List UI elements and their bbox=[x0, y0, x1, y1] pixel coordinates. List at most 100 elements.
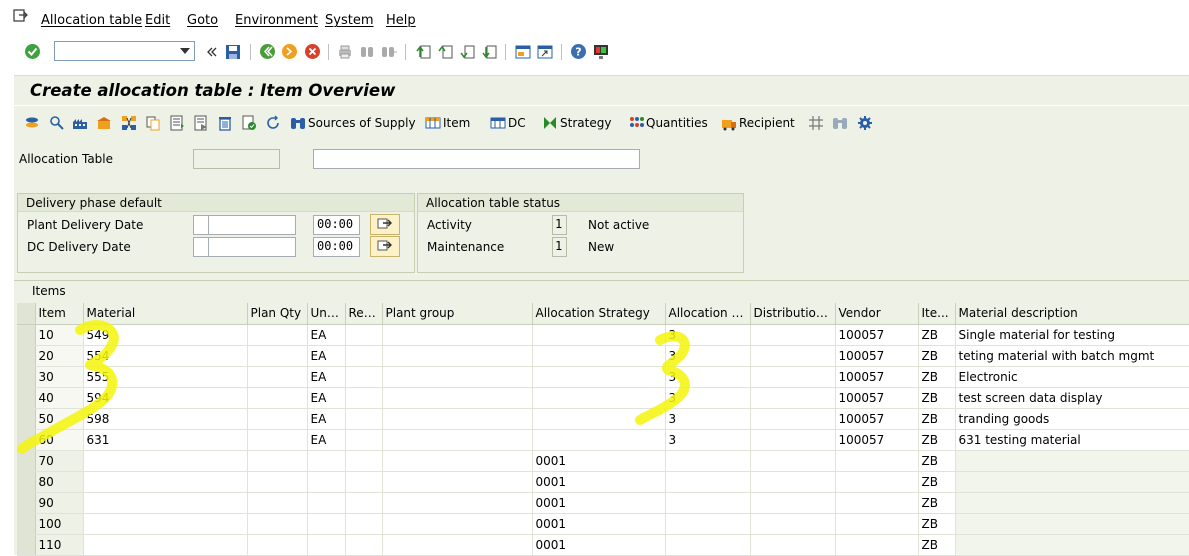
table-row[interactable]: 40 594 EA 3 100057 ZB test screen data display bbox=[17, 387, 1189, 409]
toolbar-quantities-button[interactable]: Quantities bbox=[628, 114, 708, 132]
cell-rec[interactable] bbox=[345, 450, 383, 472]
cell-plan-qty[interactable] bbox=[247, 387, 308, 409]
column-header-distribution[interactable]: Distribution ... bbox=[750, 303, 836, 325]
cell-allocation-rule[interactable]: 3 bbox=[665, 366, 751, 388]
column-header-allocation-rule[interactable]: Allocation rule bbox=[665, 303, 751, 325]
cell-distribution[interactable] bbox=[750, 534, 836, 556]
table-row[interactable]: 60 631 EA 3 100057 ZB 631 testing material bbox=[17, 429, 1189, 451]
table-row[interactable]: 90 0001 ZB bbox=[17, 492, 1189, 514]
table-row[interactable]: 10 549 EA 3 100057 ZB Single material for test… bbox=[17, 324, 1189, 346]
cell-rec[interactable] bbox=[345, 387, 383, 409]
cell-material[interactable] bbox=[83, 513, 248, 535]
cell-rec[interactable] bbox=[345, 513, 383, 535]
cell-item-category[interactable]: ZB bbox=[918, 408, 956, 430]
cell-plan-qty[interactable] bbox=[247, 471, 308, 493]
menu-allocation-table[interactable]: Allocation table bbox=[41, 13, 142, 28]
help-icon[interactable]: ? bbox=[570, 43, 587, 60]
cell-material[interactable]: 555 bbox=[83, 366, 248, 388]
cell-allocation-strategy[interactable] bbox=[532, 387, 666, 409]
cell-vendor[interactable] bbox=[835, 450, 919, 472]
cell-allocation-rule[interactable] bbox=[665, 492, 751, 514]
next-page-icon[interactable] bbox=[458, 43, 475, 60]
row-selector[interactable] bbox=[17, 471, 36, 493]
cell-vendor[interactable] bbox=[835, 471, 919, 493]
cell-item-category[interactable]: ZB bbox=[918, 534, 956, 556]
table-row[interactable]: 80 0001 ZB bbox=[17, 471, 1189, 493]
toolbar-strategy-button[interactable]: Strategy bbox=[542, 114, 611, 132]
column-header-plan-qty[interactable]: Plan Qty bbox=[247, 303, 308, 325]
toolbar-display-button[interactable] bbox=[49, 114, 67, 132]
cell-plant-group[interactable] bbox=[382, 387, 533, 409]
cell-plan-qty[interactable] bbox=[247, 429, 308, 451]
cell-material-description[interactable] bbox=[955, 492, 1189, 514]
cell-vendor[interactable] bbox=[835, 513, 919, 535]
shortcut-icon[interactable] bbox=[536, 43, 553, 60]
row-selector[interactable] bbox=[17, 513, 36, 535]
row-selector[interactable] bbox=[17, 429, 36, 451]
plant-delivery-type-field[interactable] bbox=[193, 215, 209, 235]
row-selector[interactable] bbox=[17, 492, 36, 514]
cell-item-category[interactable]: ZB bbox=[918, 513, 956, 535]
cell-allocation-strategy[interactable]: 0001 bbox=[532, 492, 666, 514]
menu-environment[interactable]: Environment bbox=[235, 13, 318, 28]
toolbar-copy-button[interactable] bbox=[145, 114, 163, 132]
cell-material-description[interactable] bbox=[955, 534, 1189, 556]
column-header-material[interactable]: Material bbox=[83, 303, 248, 325]
allocation-table-description-field[interactable] bbox=[313, 149, 640, 169]
cell-vendor[interactable]: 100057 bbox=[835, 324, 919, 346]
cell-material-description[interactable]: tranding goods bbox=[955, 408, 1189, 430]
dc-delivery-time-field[interactable]: 00:00 bbox=[313, 237, 360, 257]
new-session-icon[interactable] bbox=[514, 43, 531, 60]
table-row[interactable]: 30 555 EA 3 100057 ZB Electronic bbox=[17, 366, 1189, 388]
cell-allocation-strategy[interactable] bbox=[532, 429, 666, 451]
cell-unit[interactable] bbox=[307, 492, 346, 514]
cell-distribution[interactable] bbox=[750, 513, 836, 535]
menu-edit[interactable]: Edit bbox=[145, 13, 170, 28]
cell-plant-group[interactable] bbox=[382, 366, 533, 388]
customize-layout-icon[interactable] bbox=[592, 43, 609, 60]
cell-unit[interactable] bbox=[307, 534, 346, 556]
menu-help[interactable]: Help bbox=[386, 13, 416, 28]
cell-allocation-strategy[interactable] bbox=[532, 408, 666, 430]
cell-rec[interactable] bbox=[345, 366, 383, 388]
cell-allocation-rule[interactable]: 3 bbox=[665, 429, 751, 451]
cell-material[interactable]: 554 bbox=[83, 345, 248, 367]
table-row[interactable]: 100 0001 ZB bbox=[17, 513, 1189, 535]
cell-rec[interactable] bbox=[345, 534, 383, 556]
column-header-vendor[interactable]: Vendor bbox=[835, 303, 919, 325]
cell-material-description[interactable]: Single material for testing bbox=[955, 324, 1189, 346]
cell-material[interactable]: 598 bbox=[83, 408, 248, 430]
cell-material-description[interactable] bbox=[955, 471, 1189, 493]
column-header-plant-group[interactable]: Plant group bbox=[382, 303, 533, 325]
cell-plant-group[interactable] bbox=[382, 513, 533, 535]
cell-allocation-rule[interactable] bbox=[665, 471, 751, 493]
cell-material-description[interactable]: Electronic bbox=[955, 366, 1189, 388]
toolbar-refresh-button[interactable] bbox=[265, 114, 283, 132]
cell-material-description[interactable]: teting material with batch mgmt bbox=[955, 345, 1189, 367]
cell-allocation-rule[interactable] bbox=[665, 513, 751, 535]
cell-unit[interactable]: EA bbox=[307, 408, 346, 430]
cell-unit[interactable]: EA bbox=[307, 324, 346, 346]
cell-item-category[interactable]: ZB bbox=[918, 471, 956, 493]
select-all-cell[interactable] bbox=[17, 303, 36, 325]
chevron-down-icon[interactable] bbox=[178, 44, 192, 58]
toolbar-find-button[interactable] bbox=[832, 114, 850, 132]
cell-rec[interactable] bbox=[345, 345, 383, 367]
toolbar-sources-of-supply-button[interactable]: Sources of Supply bbox=[290, 114, 416, 132]
cell-material[interactable] bbox=[83, 450, 248, 472]
dc-delivery-type-field[interactable] bbox=[193, 237, 209, 257]
cell-unit[interactable] bbox=[307, 450, 346, 472]
cell-plant-group[interactable] bbox=[382, 450, 533, 472]
column-header-rec[interactable]: Rec... bbox=[345, 303, 383, 325]
table-row[interactable]: 110 0001 ZB bbox=[17, 534, 1189, 556]
find-icon[interactable] bbox=[358, 43, 375, 60]
toolbar-settings-button[interactable] bbox=[857, 114, 875, 132]
cell-allocation-strategy[interactable]: 0001 bbox=[532, 513, 666, 535]
cell-distribution[interactable] bbox=[750, 429, 836, 451]
cell-rec[interactable] bbox=[345, 492, 383, 514]
cell-material-description[interactable]: 631 testing material bbox=[955, 429, 1189, 451]
cell-plant-group[interactable] bbox=[382, 408, 533, 430]
cell-distribution[interactable] bbox=[750, 471, 836, 493]
previous-page-icon[interactable] bbox=[436, 43, 453, 60]
menu-exit-icon[interactable] bbox=[13, 9, 29, 23]
